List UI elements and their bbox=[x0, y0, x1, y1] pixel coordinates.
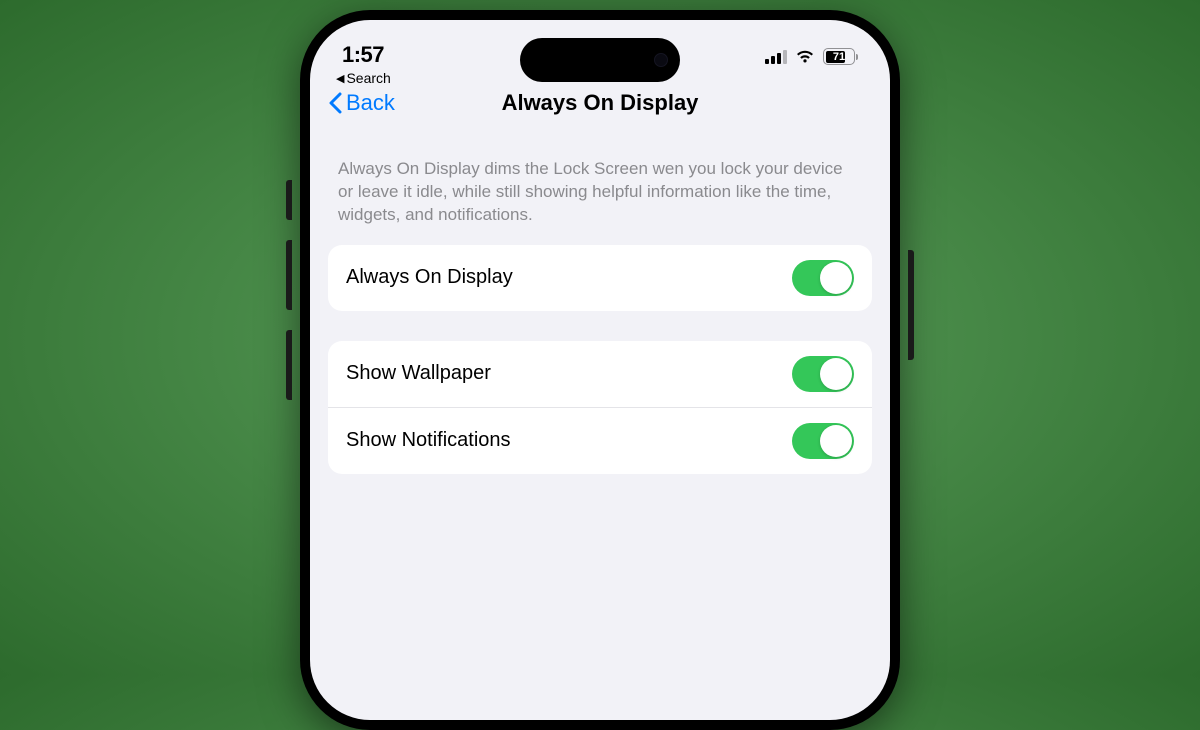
front-camera-icon bbox=[654, 53, 668, 67]
toggle-always-on-display[interactable] bbox=[792, 260, 854, 296]
cellular-signal-icon bbox=[765, 50, 787, 64]
row-label: Show Notifications bbox=[346, 429, 511, 452]
settings-group-main: Always On Display bbox=[328, 245, 872, 311]
navigation-bar: Back Always On Display bbox=[310, 80, 890, 130]
row-show-wallpaper: Show Wallpaper bbox=[328, 341, 872, 407]
wifi-icon bbox=[795, 49, 815, 64]
row-label: Always On Display bbox=[346, 266, 513, 289]
phone-frame: 1:57 ◀ Search bbox=[300, 10, 900, 730]
volume-down-button bbox=[286, 330, 292, 400]
power-button bbox=[908, 250, 914, 360]
volume-up-button bbox=[286, 240, 292, 310]
back-button[interactable]: Back bbox=[328, 90, 395, 116]
toggle-show-wallpaper[interactable] bbox=[792, 356, 854, 392]
back-label: Back bbox=[346, 90, 395, 116]
status-time: 1:57 bbox=[342, 42, 391, 68]
settings-group-options: Show Wallpaper Show Notifications bbox=[328, 341, 872, 474]
switch-thumb bbox=[820, 262, 852, 294]
description-text: Always On Display dims the Lock Screen w… bbox=[328, 130, 872, 245]
battery-percent: 71 bbox=[824, 50, 854, 64]
row-show-notifications: Show Notifications bbox=[328, 407, 872, 474]
chevron-left-icon bbox=[328, 92, 342, 114]
switch-thumb bbox=[820, 425, 852, 457]
row-always-on-display: Always On Display bbox=[328, 245, 872, 311]
toggle-show-notifications[interactable] bbox=[792, 423, 854, 459]
battery-indicator: 71 bbox=[823, 48, 858, 65]
page-title: Always On Display bbox=[502, 90, 699, 116]
switch-thumb bbox=[820, 358, 852, 390]
dynamic-island bbox=[520, 38, 680, 82]
mute-switch bbox=[286, 180, 292, 220]
screen: 1:57 ◀ Search bbox=[310, 20, 890, 720]
row-label: Show Wallpaper bbox=[346, 362, 491, 385]
